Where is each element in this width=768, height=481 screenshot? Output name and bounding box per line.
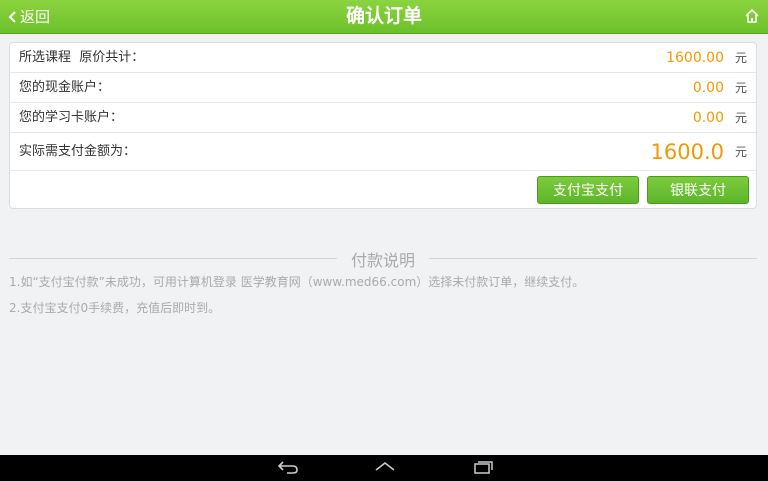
study-card-account-label: 您的学习卡账户： xyxy=(19,110,124,125)
original-price-label: 所选课程 原价共计： xyxy=(19,50,145,65)
original-price-value: 1600.00 xyxy=(666,50,724,66)
study-card-account-value: 0.00 xyxy=(692,110,724,126)
order-summary-card: 所选课程 原价共计： 1600.00 元 您的现金账户： 0.00 元 您的学习… xyxy=(9,42,757,209)
divider-right xyxy=(429,258,757,259)
study-card-account-unit: 元 xyxy=(734,111,747,125)
original-price-unit: 元 xyxy=(734,51,747,65)
amount-due-label: 实际需支付金额为： xyxy=(19,144,137,159)
divider-left xyxy=(9,258,337,259)
payment-note-2: 2.支付宝支付0手续费，充值后即时到。 xyxy=(9,301,221,315)
original-price-row: 所选课程 原价共计： 1600.00 元 xyxy=(10,43,756,73)
amount-due-unit: 元 xyxy=(734,145,747,159)
recent-apps-icon[interactable] xyxy=(472,459,494,475)
page-title: 确认订单 xyxy=(345,5,422,27)
home-icon[interactable] xyxy=(744,8,760,24)
back-nav-icon[interactable] xyxy=(277,459,299,475)
payment-notes-heading: 付款说明 xyxy=(9,250,757,270)
payment-notes-title: 付款说明 xyxy=(350,251,415,270)
home-nav-icon[interactable] xyxy=(373,459,397,475)
cash-account-row: 您的现金账户： 0.00 元 xyxy=(10,73,756,103)
cash-account-label: 您的现金账户： xyxy=(19,80,111,95)
unionpay-button[interactable]: 银联支付 xyxy=(647,176,749,204)
study-card-account-row: 您的学习卡账户： 0.00 元 xyxy=(10,103,756,133)
amount-due-row: 实际需支付金额为： 1600.0 元 xyxy=(10,133,756,171)
title-bar: 返回 确认订单 xyxy=(0,0,768,34)
cash-account-value: 0.00 xyxy=(692,80,724,96)
payment-note-1: 1.如“支付宝付款”未成功，可用计算机登录 医学教育网（www.med66.co… xyxy=(9,275,585,289)
amount-due-value: 1600.0 xyxy=(650,140,724,164)
system-nav-bar xyxy=(0,455,768,481)
cash-account-unit: 元 xyxy=(734,81,747,95)
alipay-button[interactable]: 支付宝支付 xyxy=(537,176,639,204)
